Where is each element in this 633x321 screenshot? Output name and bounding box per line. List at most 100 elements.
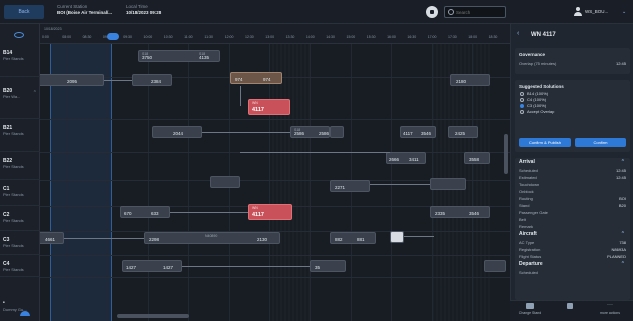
chevron-up-icon[interactable]: ⌃ [621,158,625,167]
detail-row: Belt [515,216,630,223]
station-value: BOI (Boise Air Terminal/... [57,10,113,15]
flight-bar[interactable]: 35 [310,260,346,272]
departure-section-heading[interactable]: Departure ⌃ [515,260,630,269]
flight-bar[interactable]: S18 3750 S18 4135 [138,50,220,62]
connection-line [370,184,430,185]
flight-bar[interactable]: 2335 3546 [430,206,490,218]
chevron-up-icon[interactable]: ⌃ [621,260,625,269]
flight-bar[interactable]: 2425 [448,126,478,138]
radio-selected-icon[interactable] [520,104,524,108]
flight-bar[interactable]: 2271 [330,180,370,192]
flight-bar[interactable] [210,176,240,188]
detail-label: Scheduled [519,168,538,173]
flight-number: 4117 [403,131,413,136]
timeline-tick: 17:30 [448,35,457,39]
resource-type: Pier Stands [3,131,24,136]
resource-row[interactable]: B20 Pier Wa... ⌃ [0,77,40,119]
chevron-up-icon[interactable]: ⌃ [621,230,625,239]
confirm-publish-button[interactable]: Confirm & Publish [519,138,571,147]
conflict-flight-bar[interactable]: WN 4117 [248,99,290,115]
detail-row: Scheduled 12:45 [515,167,630,174]
top-bar: Back Current Station BOI (Boise Air Term… [0,0,633,24]
flight-bar[interactable]: 3558 [464,152,490,164]
more-actions-button[interactable]: ··· more actions [592,302,628,315]
resource-row[interactable]: B21 Pier Stands [0,119,40,152]
flight-number: 4117 [252,107,264,113]
user-icon[interactable] [574,7,582,16]
vertical-scrollbar[interactable] [504,134,508,174]
flight-number: 2095 [67,79,78,84]
flight-bar[interactable]: 2666 3411 [386,152,426,164]
flight-bar-selected[interactable]: 974 974 [230,72,282,84]
timeline-tick: 10:30 [163,35,173,39]
resource-row[interactable]: C3 Pier Stands [0,231,40,255]
flight-bar[interactable]: 670 633 [120,206,170,218]
detail-label: Registration [519,247,541,252]
timeline-tick: 14:00 [305,35,315,39]
flight-number: 2271 [335,185,346,190]
search-input[interactable] [456,8,504,17]
resource-row[interactable]: C4 Pier Stands [0,255,40,277]
flight-bar[interactable]: 1427 1427 [122,260,182,272]
connection-line [240,152,390,153]
option-label: C3 (100%) [527,103,547,108]
resource-row[interactable]: B22 Pier Stands [0,152,40,180]
flight-number: 3750 [142,55,153,60]
solution-option[interactable]: Accept Overlap [515,109,630,115]
flight-details-card: Arrival ⌃ Scheduled 12:45 Estimated 12:45 Tou… [515,158,630,300]
airline-label: WN [252,206,258,210]
flight-bar[interactable]: 2180 [450,74,490,86]
back-button[interactable]: Back [4,5,44,19]
change-stand-button[interactable]: Change Stand [512,303,548,315]
flight-bar[interactable]: 2384 [132,74,172,86]
detail-row: Estimated 12:45 [515,174,630,181]
current-time-marker[interactable] [107,33,119,40]
lock-button[interactable] [552,303,588,311]
eye-icon[interactable] [14,32,24,38]
resource-row[interactable]: C1 Pier Stands [0,180,40,206]
restricted-period [270,44,310,321]
resource-row[interactable]: C2 Pier Stands [0,206,40,231]
arrival-section-heading[interactable]: Arrival ⌃ [515,158,630,167]
flight-bar[interactable]: N40890 2298 2130 [144,232,280,244]
lock-icon[interactable] [426,6,438,18]
flight-bar[interactable]: 4117 3546 [400,126,436,138]
resource-type: Pier Stands [3,243,24,248]
detail-row: Scheduled [515,269,630,276]
flight-number: 3411 [409,157,419,162]
flight-bar[interactable]: 2095 [40,74,104,86]
timeline-tick: 11:30 [204,35,213,39]
connection-line [104,80,132,81]
radio-icon[interactable] [520,110,524,114]
flight-number: 974 [263,77,271,82]
detail-label: Flight Status [519,254,542,259]
chevron-down-icon[interactable]: ⌄ [622,9,626,15]
resource-type: Pier Stands [3,267,24,272]
chevron-left-icon[interactable]: ‹ [517,30,519,37]
flight-bar[interactable] [430,178,466,190]
flight-number: 4117 [252,212,264,218]
resource-row[interactable]: B14 Pier Stands [0,44,40,77]
confirm-button[interactable]: Confirm [575,138,626,147]
flight-bar[interactable]: 2044 [152,126,202,138]
connection-line [182,266,310,267]
search-field[interactable] [444,6,506,18]
aircraft-section-heading[interactable]: Aircraft ⌃ [515,230,630,239]
chevron-up-icon[interactable]: ⌃ [33,90,37,96]
horizontal-scrollbar[interactable] [117,314,189,318]
flight-number: 3546 [469,211,480,216]
drag-ghost[interactable] [390,231,404,243]
governance-card: Governance Overlap (75 minutes) 12:45 [515,48,630,74]
flight-bar[interactable]: 882 881 [330,232,376,244]
conflict-flight-bar[interactable]: WN 4117 [248,204,292,220]
radio-icon[interactable] [520,98,524,102]
user-name[interactable]: WS_BOU... [585,9,608,14]
flight-number: 35 [315,265,321,270]
flight-bar[interactable]: 2586 [319,126,344,138]
detail-row: Remark [515,223,630,230]
flight-bar[interactable] [484,260,506,272]
gantt-chart[interactable]: 10/18/2023 0:0008:0008:3009:0009:3010:00… [40,24,510,321]
radio-icon[interactable] [520,92,524,96]
flight-bar[interactable]: 4661 [40,232,64,244]
flight-number: 882 [335,237,343,242]
